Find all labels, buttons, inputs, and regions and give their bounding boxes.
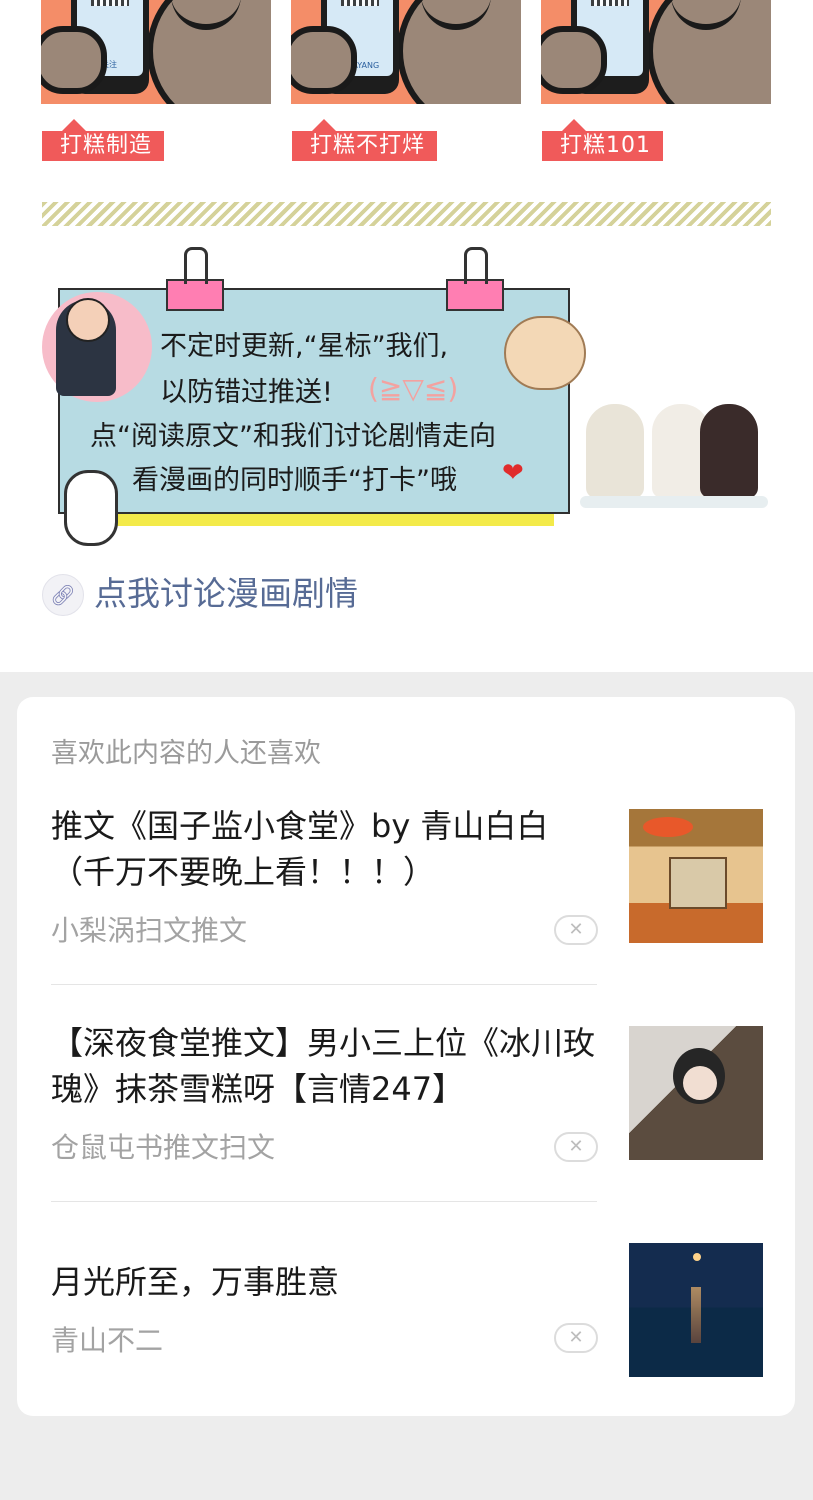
shop-window-icon [669,857,727,909]
thumbnail-image [629,809,763,943]
moon-reflection [691,1287,701,1343]
notice-line-4: 看漫画的同时顺手“打卡”哦 [132,465,457,496]
link-icon: 🔗︎ [42,574,84,616]
promo-image-3[interactable]: 101 [541,0,771,104]
bear-paw [541,26,607,94]
moon-icon [693,1253,701,1261]
notice-line-1: 不定时更新,“星标”我们, [160,331,449,362]
recommend-title: 喜欢此内容的人还喜欢 [51,738,321,769]
item-title: 推文《国子监小食堂》by 青山白白（千万不要晚上看！！！） [51,807,549,891]
promo-image-2[interactable]: BUDAYANG [291,0,521,104]
dismiss-button[interactable]: ✕ [554,1323,598,1353]
item-source: 小梨涡扫文推文 [51,914,248,947]
discuss-link-label: 点我讨论漫画剧情 [94,574,358,613]
promo-image-1[interactable]: 打糕关注 [41,0,271,104]
notice-line-2: 以防错过推送! [160,377,333,408]
qr-code-icon [591,0,629,6]
heart-icon: ❤ [502,458,524,488]
suit-man-face [66,298,110,342]
thumbnail-image [629,1026,763,1160]
qr-code-icon [91,0,129,6]
pointing-hand-icon [64,470,118,546]
character-face-icon [683,1066,717,1100]
thumbnail-image [629,1243,763,1377]
promo-tag-2: 打糕不打烊 [292,119,438,161]
notice-line-3: 点“阅读原文”和我们讨论剧情走向 [90,421,496,452]
binder-clip-icon [446,247,504,311]
striped-divider [42,202,771,226]
kaomoji: (≧▽≦) [368,372,459,405]
promo-tag-3: 打糕101 [542,119,663,161]
list-item[interactable]: 推文《国子监小食堂》by 青山白白（千万不要晚上看！！！） 小梨涡扫文推文 ✕ [51,801,763,971]
item-title: 月光所至，万事胜意 [51,1263,340,1301]
bear-paw [41,26,107,94]
dismiss-button[interactable]: ✕ [554,915,598,945]
item-source: 青山不二 [51,1324,164,1357]
promo-tag-1: 打糕制造 [42,119,165,161]
item-source: 仓鼠屯书推文扫文 [51,1131,276,1164]
qr-code-icon [341,0,379,6]
recommend-card: 喜欢此内容的人还喜欢 推文《国子监小食堂》by 青山白白（千万不要晚上看！！！）… [17,697,795,1416]
chibi-character-3 [700,404,758,498]
binder-clip-icon [166,247,224,311]
item-divider [51,1201,597,1202]
chibi-ground [580,496,768,508]
chibi-character-1 [586,404,644,498]
teddy-bear-illustration [504,316,586,390]
bear-paw [291,26,357,94]
item-title: 【深夜食堂推文】男小三上位《冰川玫瑰》抹茶雪糕呀【言情247】 [51,1024,596,1108]
list-item[interactable]: 月光所至，万事胜意 青山不二 ✕ [51,1235,763,1405]
food-bowl-icon [643,817,693,837]
item-divider [51,984,597,985]
dismiss-button[interactable]: ✕ [554,1132,598,1162]
article-body: 打糕关注 BUDAYANG 101 打糕制造 打糕不打烊 打糕101 [0,0,813,672]
list-item[interactable]: 【深夜食堂推文】男小三上位《冰川玫瑰》抹茶雪糕呀【言情247】 仓鼠屯书推文扫文… [51,1018,763,1188]
